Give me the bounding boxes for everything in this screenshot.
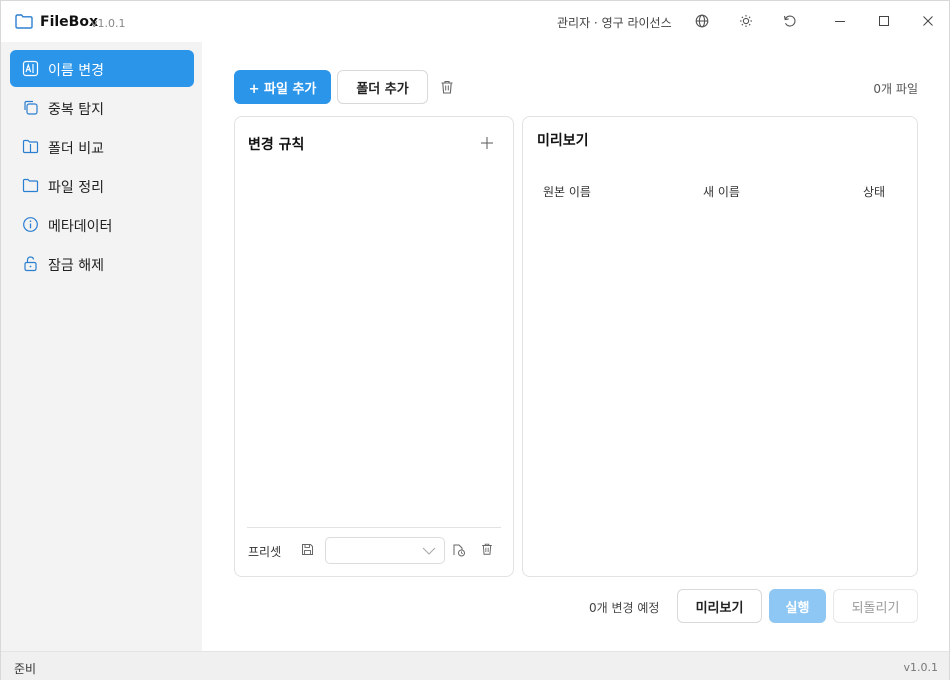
chevron-down-icon bbox=[422, 547, 436, 555]
duplicate-icon bbox=[24, 100, 38, 115]
theme-sun-icon[interactable] bbox=[738, 13, 754, 29]
sidebar-item-label: 잠금 해제 bbox=[48, 258, 104, 274]
sidebar-item-folder-compare[interactable]: 폴더 비교 bbox=[10, 128, 194, 165]
refresh-icon[interactable] bbox=[782, 13, 798, 29]
sidebar-item-unlock[interactable]: 잠금 해제 bbox=[10, 245, 194, 282]
sidebar-item-organize[interactable]: 파일 정리 bbox=[10, 167, 194, 204]
undo-button[interactable]: 되돌리기 bbox=[833, 589, 918, 623]
sidebar-item-label: 메타데이터 bbox=[48, 219, 113, 235]
sidebar-item-label: 폴더 비교 bbox=[48, 141, 104, 157]
run-button[interactable]: 실행 bbox=[769, 589, 826, 623]
file-count: 0개 파일 bbox=[873, 82, 918, 96]
sidebar-item-metadata[interactable]: 메타데이터 bbox=[10, 206, 194, 243]
rules-panel: 변경 규칙 프리셋 bbox=[234, 116, 514, 577]
divider bbox=[247, 527, 501, 528]
maximize-icon[interactable] bbox=[876, 13, 892, 29]
sidebar-item-label: 파일 정리 bbox=[48, 180, 104, 196]
preview-button[interactable]: 미리보기 bbox=[677, 589, 762, 623]
trash-icon[interactable] bbox=[439, 79, 455, 95]
column-original-name: 원본 이름 bbox=[543, 185, 591, 199]
preset-select[interactable] bbox=[325, 537, 445, 564]
load-preset-icon[interactable] bbox=[452, 543, 466, 557]
status-bar: 준비 v1.0.1 bbox=[1, 651, 949, 680]
preview-panel: 미리보기 원본 이름 새 이름 상태 bbox=[522, 116, 918, 577]
title-bar: FileBox v1.0.1 관리자 · 영구 라이선스 bbox=[1, 1, 949, 42]
sidebar-item-rename[interactable]: 이름 변경 bbox=[10, 50, 194, 87]
sidebar-item-label: 중복 탐지 bbox=[48, 102, 104, 118]
minimize-icon[interactable] bbox=[832, 13, 848, 29]
unlock-icon bbox=[24, 256, 37, 272]
add-file-button[interactable]: + 파일 추가 bbox=[234, 70, 331, 104]
folder-compare-icon bbox=[22, 139, 39, 154]
add-folder-button[interactable]: 폴더 추가 bbox=[337, 70, 428, 104]
rules-title: 변경 규칙 bbox=[248, 137, 305, 153]
preset-label: 프리셋 bbox=[248, 545, 282, 559]
app-title: FileBox bbox=[40, 14, 98, 30]
preview-title: 미리보기 bbox=[537, 133, 589, 149]
globe-icon[interactable] bbox=[694, 13, 710, 29]
rename-icon bbox=[22, 60, 39, 77]
pending-count: 0개 변경 예정 bbox=[589, 601, 660, 615]
main-content: + 파일 추가 폴더 추가 0개 파일 변경 규칙 프리셋 미리보기 원본 이름… bbox=[202, 42, 949, 651]
status-version: v1.0.1 bbox=[903, 661, 939, 674]
info-icon bbox=[23, 217, 38, 232]
status-text: 준비 bbox=[14, 662, 37, 676]
column-new-name: 새 이름 bbox=[703, 185, 740, 199]
delete-preset-icon[interactable] bbox=[480, 542, 494, 556]
save-icon[interactable] bbox=[301, 543, 314, 556]
sidebar: 이름 변경 중복 탐지 폴더 비교 파일 정리 메타데이터 잠금 해제 bbox=[1, 42, 202, 651]
add-rule-icon[interactable] bbox=[480, 136, 494, 150]
sidebar-item-duplicate[interactable]: 중복 탐지 bbox=[10, 89, 194, 126]
close-icon[interactable] bbox=[920, 13, 936, 29]
column-status: 상태 bbox=[863, 185, 886, 199]
sidebar-item-label: 이름 변경 bbox=[48, 63, 104, 79]
app-version: v1.0.1 bbox=[91, 17, 126, 30]
app-window: FileBox v1.0.1 관리자 · 영구 라이선스 이름 변경 중복 탐지… bbox=[0, 0, 950, 680]
folder-icon bbox=[15, 14, 33, 29]
folder-icon bbox=[22, 178, 39, 193]
license-label: 관리자 · 영구 라이선스 bbox=[557, 16, 672, 30]
